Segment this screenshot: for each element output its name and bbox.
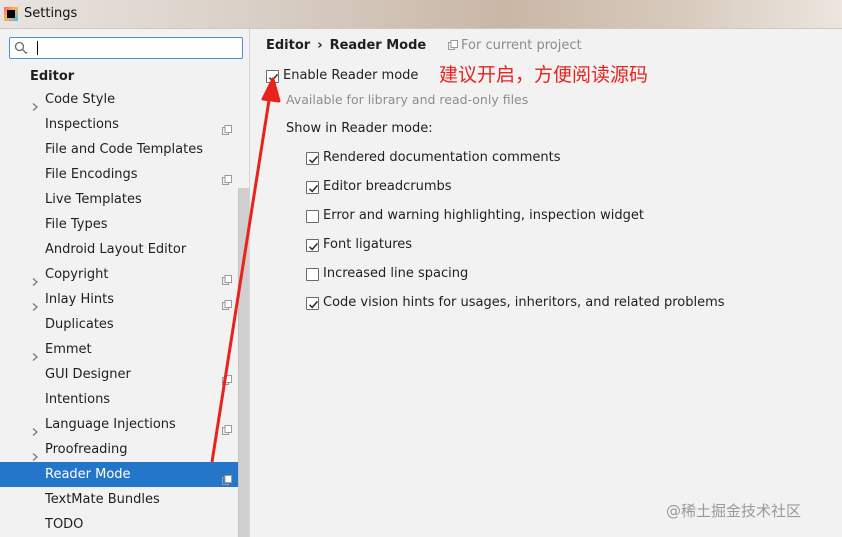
sidebar-item-label: Duplicates [45, 317, 114, 332]
copy-icon [222, 469, 232, 485]
sidebar-item-label: Emmet [45, 342, 92, 357]
sidebar-item-label: GUI Designer [45, 367, 131, 382]
sidebar-item-intentions[interactable]: Intentions [0, 387, 238, 412]
sidebar-item-android-layout-editor[interactable]: Android Layout Editor [0, 237, 238, 262]
option-label[interactable]: Font ligatures [323, 237, 412, 252]
sidebar-item-copyright[interactable]: Copyright [0, 262, 238, 287]
option-checkbox[interactable] [306, 210, 319, 223]
option-checkbox[interactable] [306, 152, 319, 165]
sidebar-item-label: Inspections [45, 117, 119, 132]
settings-sidebar: Editor Code Style Inspections File and Cod… [0, 29, 250, 537]
search-box[interactable] [9, 37, 243, 59]
text-cursor [37, 41, 38, 55]
reader-mode-hint: Available for library and read-only file… [286, 92, 529, 107]
sidebar-section-editor[interactable]: Editor [30, 69, 74, 84]
sidebar-item-reader-mode[interactable]: Reader Mode [0, 462, 238, 487]
sidebar-item-file-encodings[interactable]: File Encodings [0, 162, 238, 187]
copy-icon [222, 294, 232, 310]
chevron-right-icon[interactable] [31, 445, 39, 461]
option-label[interactable]: Editor breadcrumbs [323, 179, 452, 194]
chevron-right-icon[interactable] [31, 95, 39, 111]
sidebar-item-label: Proofreading [45, 442, 128, 457]
option-checkbox[interactable] [306, 268, 319, 281]
sidebar-item-label: Language Injections [45, 417, 176, 432]
copy-icon [448, 40, 458, 50]
sidebar-item-label: Inlay Hints [45, 292, 114, 307]
intellij-app-icon [4, 7, 18, 21]
sidebar-item-label: Copyright [45, 267, 109, 282]
breadcrumb: Editor › Reader Mode [266, 38, 426, 53]
show-in-reader-mode-label: Show in Reader mode: [286, 121, 433, 136]
option-label[interactable]: Code vision hints for usages, inheritors… [323, 295, 725, 310]
settings-content: Editor › Reader Mode For current project E… [251, 29, 842, 537]
breadcrumb-current: Reader Mode [329, 38, 427, 53]
option-label[interactable]: Rendered documentation comments [323, 150, 561, 165]
chevron-right-icon[interactable] [31, 295, 39, 311]
search-input[interactable] [40, 40, 240, 56]
breadcrumb-parent[interactable]: Editor [266, 38, 310, 53]
sidebar-item-file-and-code-templates[interactable]: File and Code Templates [0, 137, 238, 162]
sidebar-item-label: TextMate Bundles [45, 492, 160, 507]
watermark: @稀土掘金技术社区 [666, 502, 802, 520]
sidebar-item-label: File Types [45, 217, 108, 232]
copy-icon [222, 369, 232, 385]
sidebar-item-inlay-hints[interactable]: Inlay Hints [0, 287, 238, 312]
option-checkbox[interactable] [306, 297, 319, 310]
sidebar-item-gui-designer[interactable]: GUI Designer [0, 362, 238, 387]
sidebar-item-label: File Encodings [45, 167, 138, 182]
option-label[interactable]: Increased line spacing [323, 266, 468, 281]
sidebar-item-emmet[interactable]: Emmet [0, 337, 238, 362]
annotation-note: 建议开启，方便阅读源码 [439, 64, 649, 86]
sidebar-item-live-templates[interactable]: Live Templates [0, 187, 238, 212]
copy-icon [222, 269, 232, 285]
sidebar-item-label: Reader Mode [45, 467, 131, 482]
sidebar-item-inspections[interactable]: Inspections [0, 112, 238, 137]
enable-reader-mode-checkbox[interactable] [266, 70, 279, 83]
sidebar-item-proofreading[interactable]: Proofreading [0, 437, 238, 462]
sidebar-item-label: Intentions [45, 392, 111, 407]
sidebar-item-label: Code Style [45, 92, 116, 107]
sidebar-item-duplicates[interactable]: Duplicates [0, 312, 238, 337]
copy-icon [222, 419, 232, 435]
search-icon[interactable] [14, 41, 28, 55]
option-checkbox[interactable] [306, 181, 319, 194]
sidebar-item-file-types[interactable]: File Types [0, 212, 238, 237]
copy-icon [222, 119, 232, 135]
window-title: Settings [24, 6, 78, 21]
title-bar: Settings [0, 0, 842, 29]
project-scope-label: For current project [461, 38, 582, 53]
chevron-right-icon[interactable] [31, 270, 39, 286]
chevron-right-icon[interactable] [31, 345, 39, 361]
sidebar-item-label: TODO [45, 517, 84, 532]
option-checkbox[interactable] [306, 239, 319, 252]
sidebar-item-label: Android Layout Editor [45, 242, 187, 257]
sidebar-item-language-injections[interactable]: Language Injections [0, 412, 238, 437]
enable-reader-mode-label[interactable]: Enable Reader mode [283, 68, 418, 83]
sidebar-item-code-style[interactable]: Code Style [0, 87, 238, 112]
breadcrumb-separator: › [317, 38, 323, 53]
option-label[interactable]: Error and warning highlighting, inspecti… [323, 208, 644, 223]
sidebar-item-label: File and Code Templates [45, 142, 203, 157]
sidebar-item-label: Live Templates [45, 192, 142, 207]
settings-tree: Code Style Inspections File and Code Templ… [0, 87, 238, 537]
copy-icon [222, 169, 232, 185]
sidebar-item-textmate-bundles[interactable]: TextMate Bundles [0, 487, 238, 512]
sidebar-item-todo[interactable]: TODO [0, 512, 238, 537]
sidebar-scrollbar[interactable] [238, 188, 249, 537]
chevron-right-icon[interactable] [31, 420, 39, 436]
